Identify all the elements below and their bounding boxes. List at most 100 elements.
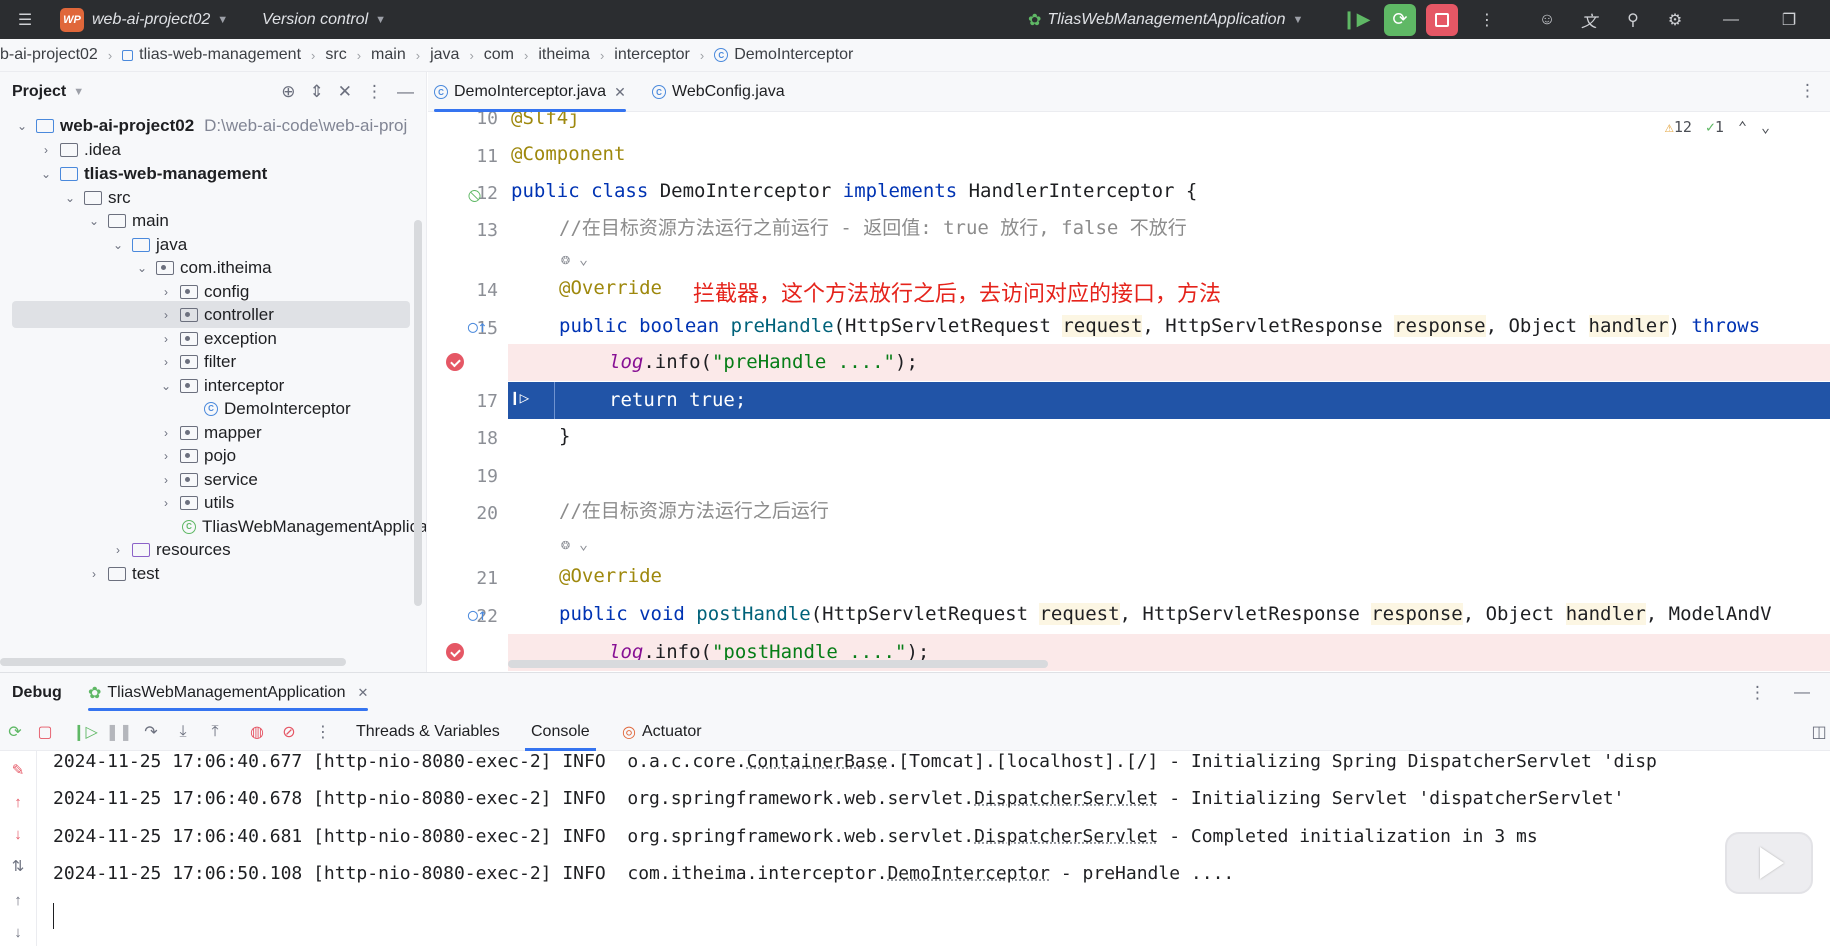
scroll-down-icon[interactable]: ↓ bbox=[7, 921, 29, 943]
locate-icon[interactable]: ⊕ bbox=[281, 82, 295, 102]
step-into-icon[interactable]: ⤓ bbox=[172, 721, 194, 743]
stop-icon[interactable]: ▢ bbox=[34, 721, 56, 743]
minimize-icon[interactable]: — bbox=[1716, 5, 1746, 35]
line-number: 17 bbox=[476, 391, 498, 412]
chevron-down-icon[interactable]: ▼ bbox=[73, 86, 84, 98]
clear-console-icon[interactable]: ✎ bbox=[7, 759, 29, 781]
implements-gutter-icon[interactable]: ◯↑ bbox=[468, 605, 487, 624]
breadcrumb-item[interactable]: C DemoInterceptor bbox=[714, 46, 853, 64]
implements-gutter-icon[interactable]: ◯↑ bbox=[468, 317, 487, 336]
step-out-icon[interactable]: ⤒ bbox=[204, 721, 226, 743]
tab-demointerceptor[interactable]: C DemoInterceptor.java ✕ bbox=[434, 72, 626, 112]
resume-icon[interactable]: ❙▷ bbox=[72, 721, 98, 743]
run-config-name: TliasWebManagementApplication bbox=[1047, 10, 1286, 28]
vertical-scrollbar[interactable] bbox=[414, 220, 422, 606]
breadcrumb-item[interactable]: tlias-web-management bbox=[122, 46, 301, 64]
tree-item-resources[interactable]: › resources bbox=[110, 536, 231, 563]
close-session-icon[interactable]: ✕ bbox=[357, 685, 368, 701]
hide-panel-icon[interactable]: — bbox=[1794, 684, 1810, 702]
tab-webconfig[interactable]: C WebConfig.java bbox=[652, 72, 785, 112]
tree-item-demointerceptor[interactable]: C DemoInterceptor bbox=[204, 395, 351, 422]
project-title[interactable]: Project bbox=[12, 83, 66, 101]
code-line-20: //在目标资源方法运行之后运行 bbox=[559, 500, 829, 522]
overlay-annotation: 拦截器，这个方法放行之后，去访问对应的接口，方法 bbox=[693, 282, 1222, 307]
rerun-icon[interactable]: ⟳ bbox=[4, 721, 26, 743]
more-actions-icon[interactable]: ⋮ bbox=[1472, 5, 1502, 35]
horizontal-scrollbar[interactable] bbox=[0, 658, 346, 666]
debug-session-tab[interactable]: ✿ TliasWebManagementApplication ✕ bbox=[88, 673, 369, 713]
breadcrumb-item[interactable]: main bbox=[371, 46, 406, 64]
step-over-icon[interactable]: ↷ bbox=[140, 721, 162, 743]
scroll-up-icon[interactable]: ↑ bbox=[7, 889, 29, 911]
tree-item-filter[interactable]: › filter bbox=[158, 348, 236, 375]
tab-console[interactable]: Console bbox=[525, 713, 596, 751]
sort-icon[interactable]: ⇅ bbox=[7, 855, 29, 877]
down-arrow-icon[interactable]: ↓ bbox=[7, 823, 29, 845]
run-config-selector[interactable]: ✿ TliasWebManagementApplication ▼ bbox=[1028, 0, 1303, 39]
class-icon: C bbox=[434, 85, 448, 99]
tab-more-icon[interactable]: ⋮ bbox=[1799, 81, 1816, 101]
code-line-10: @Slf4j bbox=[511, 112, 580, 129]
vcs-menu[interactable]: Version control ▼ bbox=[262, 0, 386, 39]
vcs-label: Version control bbox=[262, 10, 369, 28]
more-options-icon[interactable]: ⋮ bbox=[1749, 683, 1766, 703]
restore-window-icon[interactable]: ❐ bbox=[1774, 5, 1804, 35]
search-icon[interactable]: ⚲ bbox=[1618, 5, 1648, 35]
ai-assistant-icon[interactable]: ❂ ⌄ bbox=[561, 250, 588, 268]
tree-item-root[interactable]: ⌄ web-ai-project02 D:\web-ai-code\web-ai-p… bbox=[14, 112, 407, 139]
stop-button[interactable] bbox=[1426, 3, 1458, 36]
tree-item-main[interactable]: ⌄ main bbox=[86, 207, 169, 234]
tree-item-pojo[interactable]: › pojo bbox=[158, 442, 236, 469]
more-options-icon[interactable]: ⋮ bbox=[366, 82, 383, 102]
ai-assistant-icon[interactable]: ❂ ⌄ bbox=[561, 535, 588, 553]
rerun-debug-button[interactable]: ⟳ bbox=[1384, 3, 1416, 36]
collapse-all-icon[interactable]: ✕ bbox=[338, 82, 352, 102]
breadcrumb-item[interactable]: itheima bbox=[538, 46, 590, 64]
pause-icon[interactable]: ❚❚ bbox=[106, 721, 133, 743]
project-switcher[interactable]: WP web-ai-project02 ▼ bbox=[60, 0, 228, 39]
mute-breakpoints-icon[interactable]: ⊘ bbox=[278, 721, 300, 743]
code-editor[interactable]: ⚠12 ✓1 ⌃ ⌄ 10 @Slf4j 11 @Component 12 ⦸ … bbox=[428, 112, 1830, 672]
resume-icon: ❙▶ bbox=[1341, 9, 1371, 29]
layout-icon[interactable]: ◫ bbox=[1808, 721, 1830, 743]
tree-item-package[interactable]: ⌄ com.itheima bbox=[134, 254, 272, 281]
breadcrumb-item[interactable]: java bbox=[430, 46, 459, 64]
translate-icon[interactable]: 文 bbox=[1574, 5, 1604, 35]
tree-item-controller[interactable]: › controller bbox=[12, 301, 410, 328]
package-icon bbox=[180, 378, 198, 393]
resume-button[interactable]: ❙▶ bbox=[1340, 4, 1372, 36]
breakpoint-icon[interactable] bbox=[446, 643, 464, 661]
breadcrumb-item[interactable]: com bbox=[484, 46, 514, 64]
line-number: 12 bbox=[476, 183, 498, 204]
hide-panel-icon[interactable]: — bbox=[397, 82, 414, 102]
view-breakpoints-icon[interactable]: ◍ bbox=[246, 721, 268, 743]
video-play-icon[interactable] bbox=[1725, 832, 1813, 894]
breadcrumb-item[interactable]: src bbox=[325, 46, 346, 64]
up-arrow-icon[interactable]: ↑ bbox=[7, 791, 29, 813]
tab-actuator[interactable]: ◎ Actuator bbox=[622, 713, 702, 751]
spring-bean-gutter-icon[interactable]: ⦸ bbox=[468, 182, 481, 206]
more-actions-icon[interactable]: ⋮ bbox=[312, 721, 334, 743]
inspection-widget[interactable]: ⚠12 ✓1 ⌃ ⌄ bbox=[1665, 118, 1770, 136]
editor-horizontal-scrollbar[interactable] bbox=[508, 660, 1048, 668]
tree-item-utils[interactable]: › utils bbox=[158, 489, 234, 516]
folder-icon bbox=[108, 566, 126, 581]
chevron-up-icon[interactable]: ⌃ bbox=[1738, 118, 1747, 136]
line-number: 14 bbox=[476, 280, 498, 301]
breadcrumb-item[interactable]: b-ai-project02 bbox=[0, 46, 98, 64]
expand-all-icon[interactable]: ⇕ bbox=[310, 82, 324, 102]
console-output[interactable]: 2024-11-25 17:06:40.677 [http-nio-8080-e… bbox=[36, 751, 1830, 946]
add-user-icon[interactable]: ☺ bbox=[1532, 5, 1562, 35]
close-tab-icon[interactable]: ✕ bbox=[614, 84, 626, 101]
settings-gear-icon[interactable]: ⚙ bbox=[1660, 5, 1690, 35]
tree-item-test[interactable]: › test bbox=[86, 560, 159, 587]
breadcrumb-item[interactable]: interceptor bbox=[614, 46, 690, 64]
code-line-17: return true; bbox=[609, 389, 747, 411]
tree-item-idea[interactable]: › .idea bbox=[38, 136, 121, 163]
tab-threads-variables[interactable]: Threads & Variables bbox=[356, 713, 500, 751]
chevron-down-icon[interactable]: ⌄ bbox=[1761, 118, 1770, 136]
main-menu-button[interactable]: ☰ bbox=[10, 0, 40, 39]
breakpoint-icon[interactable] bbox=[446, 353, 464, 371]
line-number: 11 bbox=[476, 146, 498, 167]
tree-item-module[interactable]: ⌄ tlias-web-management bbox=[38, 160, 267, 187]
